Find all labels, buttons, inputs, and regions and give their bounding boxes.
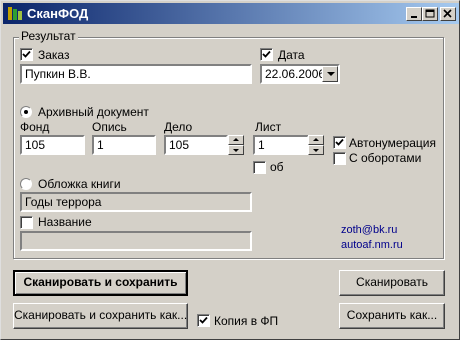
scan-save-as-button[interactable]: Сканировать и сохранить как... [13,303,188,329]
delo-label: Дело [164,120,193,134]
delo-spinner[interactable] [228,135,244,155]
minimize-icon [411,16,417,18]
result-group-title: Результат [19,29,78,43]
date-dropdown-button[interactable] [322,66,338,82]
autonum-label: Автонумерация [349,136,436,150]
autonum-checkbox[interactable] [333,136,346,149]
copy-fp-checkbox[interactable] [197,314,210,327]
checkmark-icon [262,50,271,58]
order-checkbox[interactable] [20,48,33,61]
order-label: Заказ [38,48,70,62]
arrow-up-icon [233,138,239,141]
maximize-icon [425,9,435,18]
cover-radio[interactable] [20,178,32,190]
list-field[interactable]: 1 [253,135,309,155]
fond-label: Фонд [20,120,50,134]
date-value: 22.06.2006 [265,67,326,81]
archive-label: Архивный документ [38,105,149,119]
opis-field[interactable]: 1 [92,135,156,155]
order-field[interactable]: Пупкин В.В. [20,64,252,84]
site-link[interactable]: autoaf.nm.ru [341,239,403,251]
email-link[interactable]: zoth@bk.ru [341,224,397,236]
checkmark-icon [22,50,31,58]
window-title: СканФОД [27,6,89,21]
fond-field[interactable]: 105 [20,135,85,155]
name-field[interactable] [20,231,252,251]
archive-radio[interactable] [20,106,32,118]
app-icon [8,7,22,20]
reverse-label: С оборотами [349,151,422,165]
arrow-up-icon [313,138,319,141]
cover-label: Обложка книги [38,177,121,191]
ob-label: об [270,160,284,174]
date-label: Дата [278,48,305,62]
spin-up-button[interactable] [308,135,324,145]
maximize-button[interactable] [422,7,438,21]
list-label: Лист [255,120,282,134]
delo-field[interactable]: 105 [164,135,228,155]
checkmark-icon [199,316,208,324]
spin-down-button[interactable] [308,145,324,155]
name-label: Название [38,215,92,229]
cover-field[interactable]: Годы террора [20,192,252,212]
checkmark-icon [335,138,344,146]
arrow-down-icon [313,149,319,152]
ob-checkbox[interactable] [253,161,266,174]
close-icon [443,9,452,18]
name-checkbox[interactable] [20,216,33,229]
chevron-down-icon [327,72,335,76]
date-checkbox[interactable] [260,48,273,61]
title-bar[interactable]: СканФОД [3,3,459,24]
scan-button[interactable]: Сканировать [339,270,445,296]
spin-up-button[interactable] [228,135,244,145]
minimize-button[interactable] [406,7,422,21]
close-button[interactable] [440,7,456,21]
scan-save-button[interactable]: Сканировать и сохранить [13,270,188,296]
spin-down-button[interactable] [228,145,244,155]
list-spinner[interactable] [308,135,324,155]
reverse-checkbox[interactable] [333,152,346,165]
radio-dot [24,110,28,114]
save-as-button[interactable]: Сохранить как... [339,303,445,329]
opis-label: Опись [92,120,127,134]
copy-fp-label: Копия в ФП [214,314,279,328]
arrow-down-icon [233,149,239,152]
